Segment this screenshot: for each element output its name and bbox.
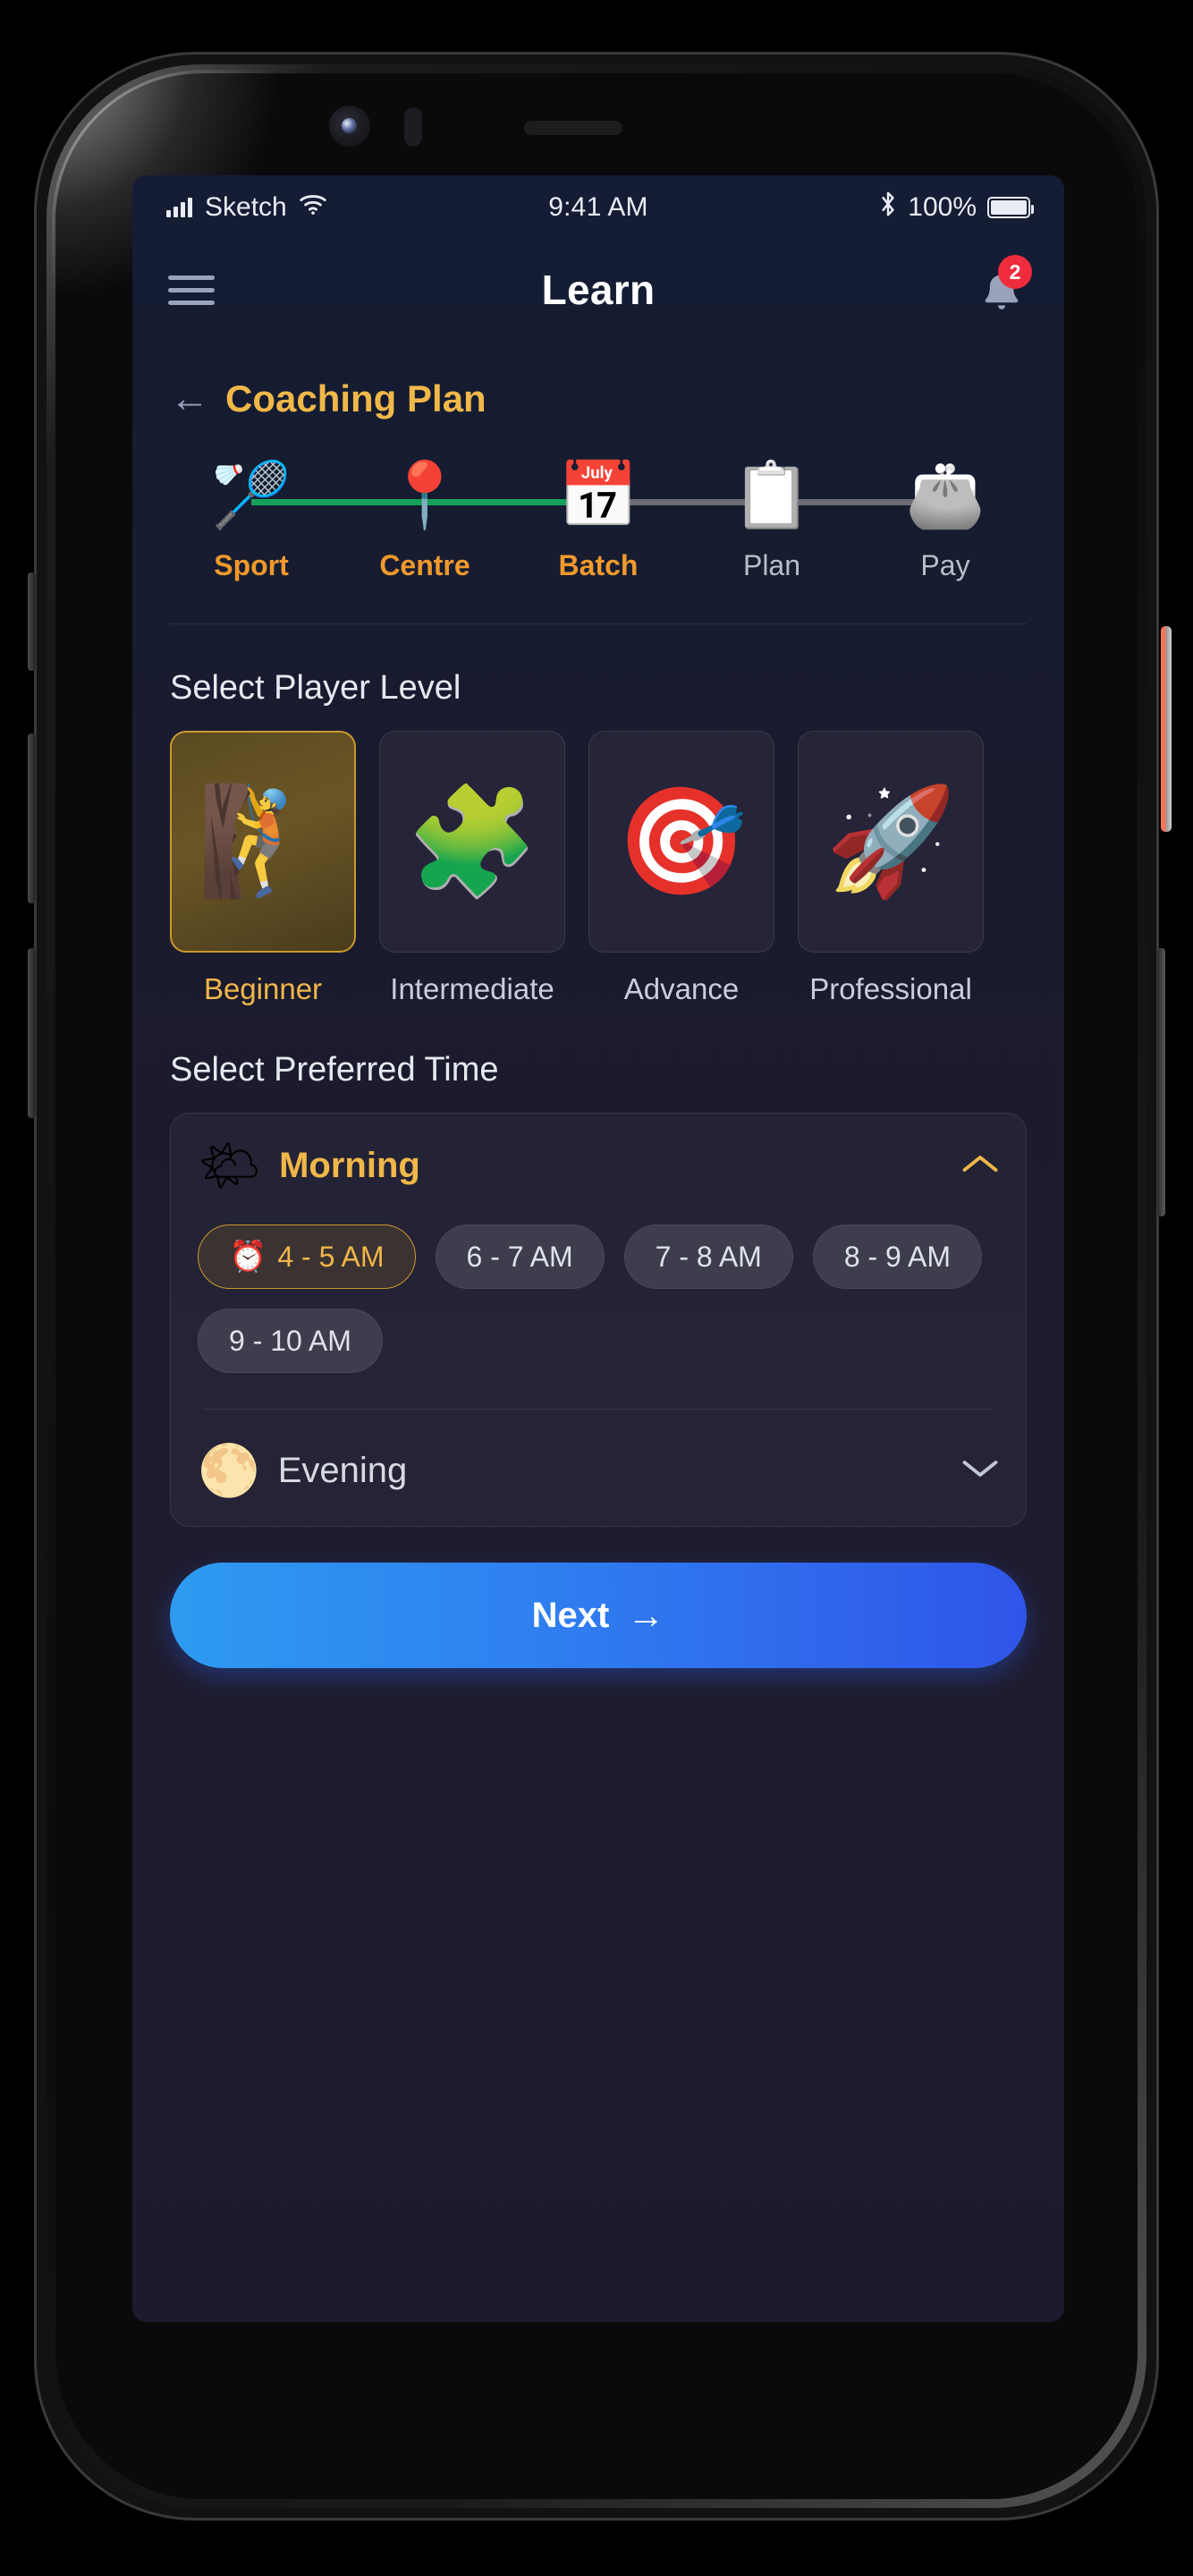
time-slot-label: 9 - 10 AM	[229, 1324, 351, 1357]
stepper-step-centre[interactable]: 📍 Centre	[338, 453, 598, 582]
morning-label: Morning	[279, 1145, 420, 1185]
advance-illustration-icon: 🎯	[615, 783, 748, 901]
status-bar-right: 100%	[879, 191, 1034, 225]
next-button[interactable]: Next →	[170, 1563, 1027, 1668]
volume-down-left-button[interactable]	[28, 948, 36, 1118]
stepper-label-batch: Batch	[558, 549, 639, 581]
stepper-step-pay[interactable]: 👛 Pay	[859, 453, 1032, 582]
next-button-label: Next	[531, 1595, 610, 1635]
level-card[interactable]: 🎯	[588, 731, 774, 953]
notifications-button[interactable]: 2	[975, 255, 1032, 318]
coaching-plan-title: Coaching Plan	[225, 377, 487, 419]
evening-label: Evening	[277, 1450, 408, 1490]
player-level-heading: Select Player Level	[170, 669, 461, 707]
level-label-advance: Advance	[623, 972, 740, 1005]
level-label-beginner: Beginner	[203, 972, 323, 1005]
player-level-options: 🧗 Beginner 🧩 Intermediate 🎯 Advance 🚀 Pr…	[132, 708, 1064, 1006]
front-camera-icon	[329, 106, 370, 147]
mute-switch[interactable]	[28, 572, 36, 671]
bluetooth-icon	[879, 191, 897, 225]
level-label-intermediate: Intermediate	[390, 972, 554, 1005]
phone-screen: Sketch 9:41 AM 100% Learn 2 ← Coaching P…	[132, 175, 1064, 2322]
volume-up-button[interactable]	[1161, 626, 1172, 832]
arrow-right-icon: →	[627, 1594, 665, 1636]
page-title: Learn	[541, 267, 656, 313]
chevron-down-icon[interactable]	[961, 1453, 999, 1488]
stepper-label-sport: Sport	[214, 549, 289, 581]
stepper-label-plan: Plan	[742, 549, 801, 581]
intermediate-illustration-icon: 🧩	[406, 783, 538, 901]
time-slot-label: 8 - 9 AM	[843, 1240, 951, 1273]
level-option-professional[interactable]: 🚀 Professional	[798, 731, 984, 1006]
battery-percent-label: 100%	[908, 192, 977, 222]
calendar-icon: 📅	[558, 460, 639, 531]
breadcrumb[interactable]: ← Coaching Plan	[132, 340, 1064, 420]
time-slot-4-5am[interactable]: ⏰ 4 - 5 AM	[198, 1224, 416, 1289]
level-option-intermediate[interactable]: 🧩 Intermediate	[379, 731, 565, 1006]
status-bar: Sketch 9:41 AM 100%	[132, 175, 1064, 240]
clipboard-icon: 📋	[732, 460, 812, 531]
alarm-clock-icon: ⏰	[229, 1240, 267, 1274]
battery-icon	[987, 197, 1034, 218]
preferred-time-heading: Select Preferred Time	[170, 1051, 499, 1089]
morning-accordion-header[interactable]: 🌤 Morning	[198, 1140, 999, 1191]
level-label-professional: Professional	[809, 972, 972, 1005]
evening-accordion-header[interactable]: 🌕 Evening	[198, 1445, 999, 1496]
time-slot-7-8am[interactable]: 7 - 8 AM	[623, 1224, 793, 1289]
level-card[interactable]: 🚀	[798, 731, 984, 953]
time-slot-label: 6 - 7 AM	[466, 1240, 573, 1273]
stepper-label-pay: Pay	[920, 549, 970, 581]
proximity-sensor-icon	[404, 107, 422, 147]
accordion-divider	[203, 1409, 994, 1410]
level-card[interactable]: 🧩	[379, 731, 565, 953]
notification-count-badge: 2	[998, 255, 1032, 289]
stepper-label-centre: Centre	[379, 549, 470, 581]
wallet-icon: 👛	[905, 460, 986, 531]
back-arrow-icon[interactable]: ←	[170, 379, 209, 419]
moon-icon: 🌕	[198, 1442, 260, 1498]
chevron-up-icon[interactable]	[961, 1148, 999, 1183]
progress-stepper: 🏸 Sport 📍 Centre 📅 Batch 📋 Plan 👛 Pay	[132, 420, 1064, 582]
beginner-illustration-icon: 🧗	[197, 783, 329, 901]
screenshot-root: Sketch 9:41 AM 100% Learn 2 ← Coaching P…	[0, 0, 1193, 2576]
earpiece-speaker	[524, 121, 622, 135]
power-button[interactable]	[1157, 948, 1165, 1216]
time-slot-9-10am[interactable]: 9 - 10 AM	[198, 1309, 383, 1373]
level-option-beginner[interactable]: 🧗 Beginner	[170, 731, 356, 1006]
footer-actions: Next →	[132, 1527, 1064, 1668]
volume-up-left-button[interactable]	[28, 733, 36, 903]
morning-time-slots: ⏰ 4 - 5 AM 6 - 7 AM 7 - 8 AM 8 - 9 AM 9 …	[198, 1224, 999, 1373]
level-card[interactable]: 🧗	[170, 731, 356, 953]
time-slot-label: 7 - 8 AM	[655, 1240, 762, 1273]
stepper-step-batch[interactable]: 📅 Batch	[512, 453, 772, 582]
preferred-time-card: 🌤 Morning ⏰ 4 - 5 AM 6 - 7 AM 7 - 8 AM 8…	[170, 1113, 1027, 1527]
shuttlecock-icon: 🏸	[211, 460, 292, 531]
stepper-step-sport[interactable]: 🏸 Sport	[165, 453, 425, 582]
sun-behind-cloud-icon: 🌤	[198, 1137, 262, 1193]
professional-illustration-icon: 🚀	[825, 783, 957, 901]
app-bar: Learn 2	[132, 240, 1064, 340]
level-option-advance[interactable]: 🎯 Advance	[588, 731, 774, 1006]
map-pin-icon: 📍	[385, 460, 465, 531]
stepper-step-plan[interactable]: 📋 Plan	[685, 453, 945, 582]
time-slot-label: 4 - 5 AM	[277, 1240, 385, 1273]
time-slot-8-9am[interactable]: 8 - 9 AM	[812, 1224, 982, 1289]
time-slot-6-7am[interactable]: 6 - 7 AM	[435, 1224, 605, 1289]
